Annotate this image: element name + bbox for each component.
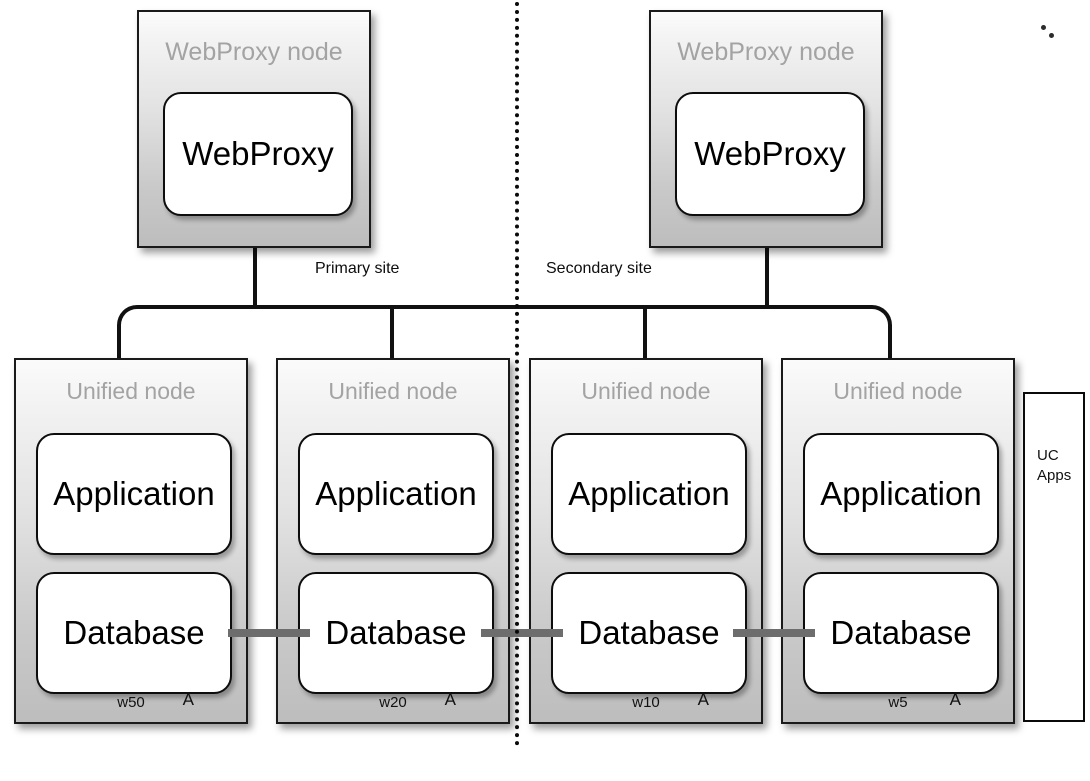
webproxy-node-primary[interactable]: WebProxy node WebProxy xyxy=(137,10,371,248)
unified-node-3-footer: w10 A xyxy=(531,690,761,718)
unified-node-1-footer: w50 A xyxy=(16,690,246,718)
unified-node-2-title: Unified node xyxy=(328,378,458,404)
unified-node-2-flag: A xyxy=(444,690,456,709)
uc-apps-label: UC Apps xyxy=(1037,446,1071,486)
corner-speck-icon xyxy=(1041,25,1046,30)
unified-node-1-weight: w50 xyxy=(117,694,145,711)
webproxy-component-primary[interactable]: WebProxy xyxy=(163,92,353,216)
uc-apps-box[interactable]: UC Apps xyxy=(1023,392,1085,722)
unified-node-1-title: Unified node xyxy=(66,378,196,404)
unified-node-4-weight: w5 xyxy=(888,694,908,711)
unified-node-2-footer: w20 A xyxy=(278,690,508,718)
unified-node-4[interactable]: Unified node Application Database w5 A xyxy=(781,358,1015,724)
uc-apps-label-line2: Apps xyxy=(1037,467,1072,484)
webproxy-node-primary-title: WebProxy node xyxy=(165,38,343,66)
unified-node-3-weight: w10 xyxy=(632,694,660,711)
unified-node-3-database[interactable]: Database xyxy=(551,572,747,694)
site-label-secondary: Secondary site xyxy=(546,260,652,277)
unified-node-3-drop-line xyxy=(643,307,647,361)
unified-node-2[interactable]: Unified node Application Database w20 A xyxy=(276,358,510,724)
unified-node-4-database[interactable]: Database xyxy=(803,572,999,694)
unified-node-2-weight: w20 xyxy=(379,694,407,711)
distribution-bus xyxy=(117,305,892,361)
unified-node-1-application[interactable]: Application xyxy=(36,433,232,555)
unified-node-3-title: Unified node xyxy=(581,378,711,404)
webproxy-primary-drop-line xyxy=(253,245,257,307)
unified-node-1-flag: A xyxy=(182,690,194,709)
unified-node-4-title: Unified node xyxy=(833,378,963,404)
diagram-canvas: WebProxy node WebProxy WebProxy node Web… xyxy=(0,0,1090,781)
unified-node-2-database[interactable]: Database xyxy=(298,572,494,694)
db-replication-link-3-4 xyxy=(733,629,815,637)
unified-node-4-flag: A xyxy=(949,690,961,709)
db-replication-link-2-3 xyxy=(481,629,563,637)
unified-node-3[interactable]: Unified node Application Database w10 A xyxy=(529,358,763,724)
corner-speck-icon xyxy=(1049,33,1054,38)
unified-node-3-flag: A xyxy=(697,690,709,709)
unified-node-4-footer: w5 A xyxy=(783,690,1013,718)
db-replication-link-1-2 xyxy=(228,629,310,637)
unified-node-1[interactable]: Unified node Application Database w50 A xyxy=(14,358,248,724)
site-label-primary: Primary site xyxy=(315,260,400,277)
site-divider xyxy=(515,2,519,746)
unified-node-4-application[interactable]: Application xyxy=(803,433,999,555)
webproxy-secondary-drop-line xyxy=(765,245,769,307)
webproxy-node-secondary-title: WebProxy node xyxy=(677,38,855,66)
unified-node-3-application[interactable]: Application xyxy=(551,433,747,555)
webproxy-node-secondary[interactable]: WebProxy node WebProxy xyxy=(649,10,883,248)
unified-node-2-application[interactable]: Application xyxy=(298,433,494,555)
unified-node-1-database[interactable]: Database xyxy=(36,572,232,694)
uc-apps-label-line1: UC xyxy=(1037,447,1059,464)
webproxy-component-secondary[interactable]: WebProxy xyxy=(675,92,865,216)
unified-node-2-drop-line xyxy=(390,307,394,361)
